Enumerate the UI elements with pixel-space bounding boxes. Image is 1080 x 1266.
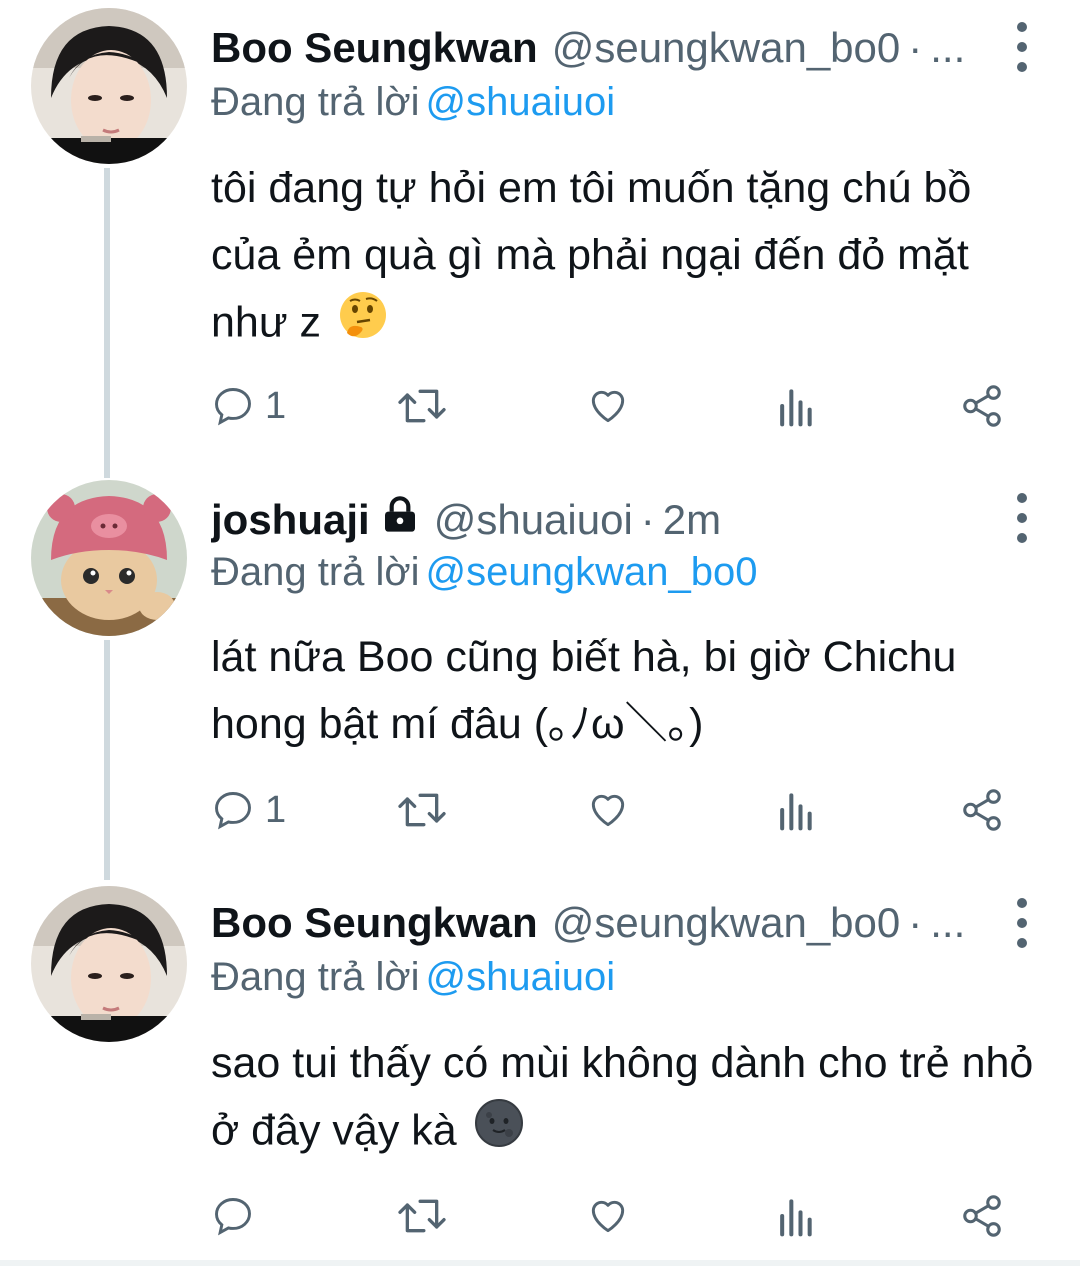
tweet-text: sao tui thấy có mùi không dành cho trẻ n… — [211, 1030, 1041, 1169]
share-button[interactable] — [959, 1188, 1005, 1244]
tweet-actions — [211, 1188, 1011, 1244]
boy-portrait-icon — [31, 8, 187, 164]
share-icon — [963, 385, 1001, 427]
reply-prefix: Đang trả lời — [211, 80, 420, 124]
share-icon — [963, 789, 1001, 831]
more-options-button[interactable] — [1010, 493, 1034, 543]
more-dot — [1017, 493, 1027, 503]
more-dot — [1017, 898, 1027, 908]
retweet-icon — [398, 389, 446, 423]
thinking-face-icon — [337, 289, 389, 361]
share-button[interactable] — [959, 782, 1005, 838]
retweet-button[interactable] — [396, 782, 448, 838]
new-moon-face-icon — [473, 1097, 525, 1169]
cat-in-pink-hat-icon — [31, 480, 187, 636]
tweet-text: tôi đang tự hỏi em tôi muốn tặng chú bồ … — [211, 155, 1041, 361]
reply-mention-link[interactable]: @seungkwan_bo0 — [426, 550, 758, 594]
author-handle[interactable]: @seungkwan_bo0 — [552, 899, 901, 947]
tweet-text-content: tôi đang tự hỏi em tôi muốn tặng chú bồ … — [211, 164, 972, 347]
views-button[interactable] — [775, 378, 815, 434]
tweet-header: Boo Seungkwan @seungkwan_bo0 · ... — [211, 893, 985, 953]
reply-mention-link[interactable]: @shuaiuoi — [426, 955, 616, 999]
retweet-icon — [398, 1199, 446, 1233]
reply-button[interactable]: 1 — [211, 782, 286, 838]
heart-icon — [591, 1200, 625, 1233]
author-name[interactable]: joshuaji — [211, 496, 370, 544]
more-options-button[interactable] — [1010, 22, 1034, 72]
tweet-header: joshuaji @shuaiuoi · 2m — [211, 490, 985, 550]
reply-icon — [215, 792, 251, 830]
boy-portrait-icon — [31, 886, 187, 1042]
avatar[interactable] — [31, 8, 187, 164]
reply-prefix: Đang trả lời — [211, 550, 420, 594]
retweet-button[interactable] — [396, 1188, 448, 1244]
more-dot — [1017, 533, 1027, 543]
tweet-actions: 1 — [211, 378, 1011, 434]
more-options-button[interactable] — [1010, 898, 1034, 948]
more-dot — [1017, 62, 1027, 72]
reply-mention-link[interactable]: @shuaiuoi — [426, 80, 616, 124]
replying-to: Đang trả lời @shuaiuoi — [211, 955, 615, 1000]
retweet-icon — [398, 793, 446, 827]
tweet-actions: 1 — [211, 782, 1011, 838]
tweet-text-content: sao tui thấy có mùi không dành cho trẻ n… — [211, 1039, 1034, 1155]
views-button[interactable] — [775, 1188, 815, 1244]
divider — [0, 1260, 1080, 1266]
more-dot — [1017, 22, 1027, 32]
analytics-icon — [780, 389, 812, 427]
heart-icon — [591, 390, 625, 423]
separator: · — [908, 899, 923, 946]
like-button[interactable] — [585, 378, 631, 434]
tweet-text-content: lát nữa Boo cũng biết hà, bi giờ Chichu … — [211, 633, 957, 748]
more-dot — [1017, 42, 1027, 52]
share-icon — [963, 1195, 1001, 1237]
views-button[interactable] — [775, 782, 815, 838]
reply-prefix: Đang trả lời — [211, 955, 420, 999]
reply-count: 1 — [265, 788, 287, 831]
replying-to: Đang trả lời @shuaiuoi — [211, 80, 615, 125]
analytics-icon — [780, 1199, 812, 1237]
replying-to: Đang trả lời @seungkwan_bo0 — [211, 550, 758, 595]
more-dot — [1017, 918, 1027, 928]
thread-line — [104, 168, 110, 478]
share-button[interactable] — [959, 378, 1005, 434]
analytics-icon — [780, 793, 812, 831]
avatar[interactable] — [31, 480, 187, 636]
heart-icon — [591, 794, 625, 827]
reply-button[interactable] — [211, 1188, 265, 1244]
reply-count: 1 — [265, 384, 287, 427]
more-dot — [1017, 938, 1027, 948]
author-handle[interactable]: @shuaiuoi — [434, 496, 633, 544]
timestamp: ... — [930, 899, 966, 946]
avatar[interactable] — [31, 886, 187, 1042]
reply-icon — [215, 388, 251, 426]
author-name[interactable]: Boo Seungkwan — [211, 899, 538, 947]
timestamp: 2m — [662, 496, 722, 543]
like-button[interactable] — [585, 1188, 631, 1244]
separator: · — [908, 24, 923, 71]
lock-icon — [380, 495, 420, 545]
like-button[interactable] — [585, 782, 631, 838]
separator: · — [640, 496, 655, 543]
tweet-text: lát nữa Boo cũng biết hà, bi giờ Chichu … — [211, 624, 1041, 758]
author-handle[interactable]: @seungkwan_bo0 — [552, 24, 901, 72]
reply-icon — [215, 1198, 251, 1236]
more-dot — [1017, 513, 1027, 523]
tweet-header: Boo Seungkwan @seungkwan_bo0 · ... — [211, 18, 985, 78]
timestamp: ... — [930, 24, 966, 71]
author-name[interactable]: Boo Seungkwan — [211, 24, 538, 72]
retweet-button[interactable] — [396, 378, 448, 434]
reply-button[interactable]: 1 — [211, 378, 286, 434]
thread-line — [104, 640, 110, 880]
